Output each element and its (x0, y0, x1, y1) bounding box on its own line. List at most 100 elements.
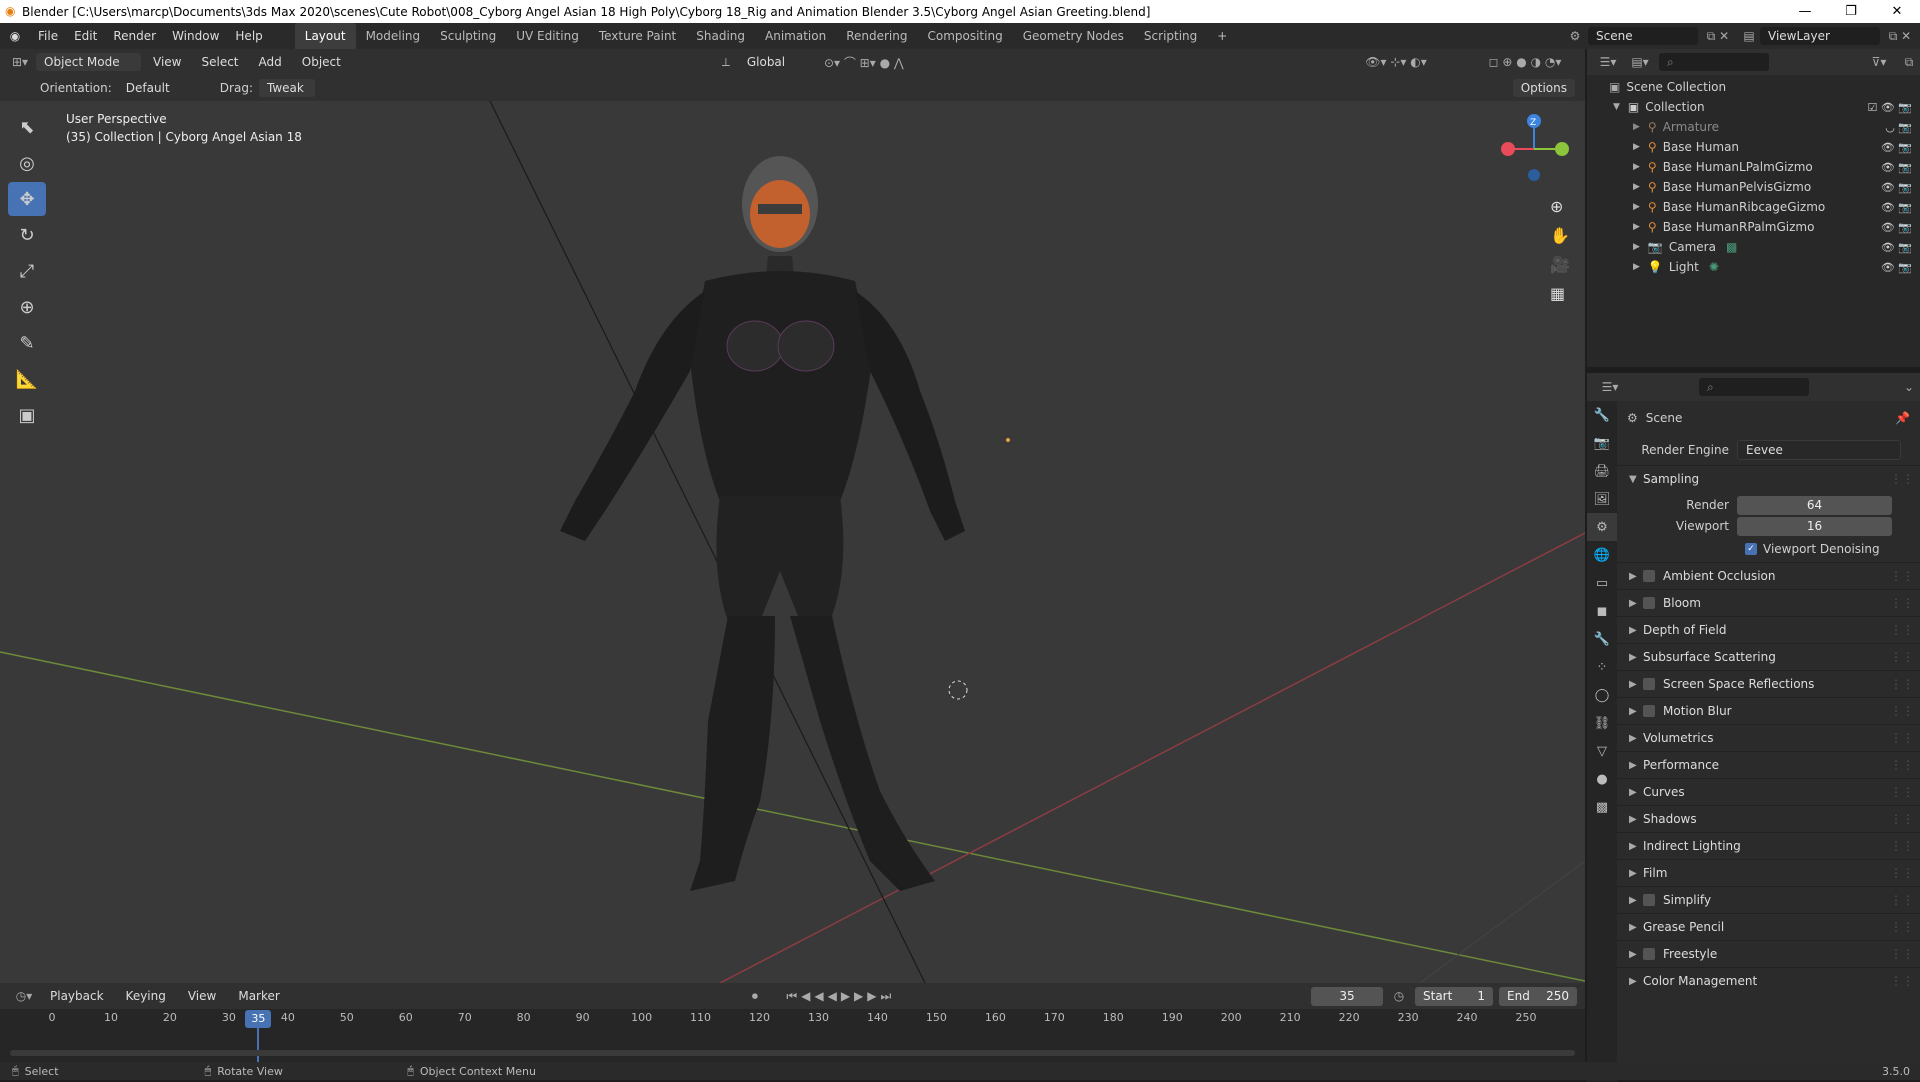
drag-handle-icon[interactable]: ⋮⋮ (1890, 623, 1914, 637)
camera-data-icon[interactable]: ▩ (1726, 240, 1737, 254)
visibility-icons[interactable]: ◡ 📷 (1885, 121, 1912, 134)
outliner-collection[interactable]: ▼ ▣ Collection ☑ 👁 📷 (1587, 97, 1920, 117)
texture-tab-icon[interactable]: ▩ (1587, 793, 1617, 821)
tool-tab-icon[interactable]: 🔧 (1587, 401, 1617, 429)
properties-search-input[interactable]: ⌕ (1699, 378, 1809, 396)
viewport-denoising-checkbox[interactable]: ✓ (1745, 543, 1757, 555)
menu-playback[interactable]: Playback (42, 983, 112, 1009)
expand-icon[interactable]: ▶ (1629, 922, 1643, 933)
drag-handle-icon[interactable]: ⋮⋮ (1890, 704, 1914, 718)
outliner-item[interactable]: ▶ ⚲ Base Human 👁 📷 (1587, 137, 1920, 157)
render-section-color-management[interactable]: ▶ Color Management ⋮⋮ (1617, 967, 1920, 994)
drag-handle-icon[interactable]: ⋮⋮ (1890, 947, 1914, 961)
expand-icon[interactable]: ▶ (1633, 142, 1640, 152)
render-section-film[interactable]: ▶ Film ⋮⋮ (1617, 859, 1920, 886)
constraints-tab-icon[interactable]: ⛓ (1587, 709, 1617, 737)
render-section-depth-of-field[interactable]: ▶ Depth of Field ⋮⋮ (1617, 616, 1920, 643)
properties-options-icon[interactable]: ⌄ (1898, 380, 1920, 394)
menu-help[interactable]: Help (227, 23, 270, 49)
visibility-icons[interactable]: 👁 📷 (1881, 261, 1912, 274)
add-cube-tool-icon[interactable]: ▣ (8, 398, 46, 432)
mode-selector[interactable]: Object Mode (36, 53, 141, 71)
output-tab-icon[interactable]: 🖨 (1587, 457, 1617, 485)
select-tool-icon[interactable]: ⬉ (8, 110, 46, 144)
drag-handle-icon[interactable]: ⋮⋮ (1890, 472, 1914, 486)
expand-icon[interactable]: ▶ (1633, 182, 1640, 192)
visibility-icons[interactable]: 👁 📷 (1881, 221, 1912, 234)
tab-texture-paint[interactable]: Texture Paint (589, 23, 686, 49)
expand-icon[interactable]: ▶ (1629, 895, 1643, 906)
annotate-tool-icon[interactable]: ✎ (8, 326, 46, 360)
expand-icon[interactable]: ▶ (1633, 262, 1640, 272)
expand-icon[interactable]: ▶ (1629, 598, 1643, 609)
render-tab-icon[interactable]: 📷 (1587, 429, 1617, 457)
expand-icon[interactable]: ▶ (1629, 679, 1643, 690)
visibility-icons[interactable]: 👁 📷 (1881, 181, 1912, 194)
expand-icon[interactable]: ▶ (1633, 162, 1640, 172)
viewport-samples-field[interactable]: 16 (1737, 516, 1892, 536)
particles-tab-icon[interactable]: ⁘ (1587, 653, 1617, 681)
properties-editor-icon[interactable]: ☰▾ (1597, 380, 1623, 394)
data-tab-icon[interactable]: ▽ (1587, 737, 1617, 765)
menu-view[interactable]: View (145, 49, 189, 75)
render-section-shadows[interactable]: ▶ Shadows ⋮⋮ (1617, 805, 1920, 832)
current-frame-field[interactable]: 35 (1311, 986, 1383, 1006)
cursor-tool-icon[interactable]: ◎ (8, 146, 46, 180)
render-section-ambient-occlusion[interactable]: ▶ Ambient Occlusion ⋮⋮ (1617, 562, 1920, 589)
render-section-performance[interactable]: ▶ Performance ⋮⋮ (1617, 751, 1920, 778)
tab-modeling[interactable]: Modeling (356, 23, 431, 49)
menu-timeline-view[interactable]: View (180, 983, 224, 1009)
scene-tab-icon[interactable]: ⚙ (1587, 513, 1617, 541)
playback-controls-icons[interactable]: ⏮◀◀◀▶▶▶⏭ (776, 989, 906, 1004)
visibility-icons[interactable]: ☑ 👁 📷 (1867, 101, 1912, 114)
expand-icon[interactable]: ▼ (1613, 102, 1620, 112)
render-section-indirect-lighting[interactable]: ▶ Indirect Lighting ⋮⋮ (1617, 832, 1920, 859)
move-tool-icon[interactable]: ✥ (8, 182, 46, 216)
rotate-tool-icon[interactable]: ↻ (8, 218, 46, 252)
3d-viewport[interactable]: Z ⊕ ✋ 🎥 ▦ (0, 101, 1585, 983)
measure-tool-icon[interactable]: 📐 (8, 362, 46, 396)
drag-handle-icon[interactable]: ⋮⋮ (1890, 866, 1914, 880)
drag-handle-icon[interactable]: ⋮⋮ (1890, 893, 1914, 907)
menu-select[interactable]: Select (193, 49, 246, 75)
drag-handle-icon[interactable]: ⋮⋮ (1890, 731, 1914, 745)
drag-handle-icon[interactable]: ⋮⋮ (1890, 920, 1914, 934)
expand-icon[interactable]: ▶ (1633, 202, 1640, 212)
expand-icon[interactable]: ▶ (1629, 814, 1643, 825)
render-engine-dropdown[interactable]: Eevee (1737, 440, 1901, 460)
expand-icon[interactable]: ▶ (1629, 625, 1643, 636)
timeline[interactable]: 0 10 20 30 40 50 60 70 80 90 100 110 120 130 140 150 160… (0, 1009, 1585, 1062)
render-section-volumetrics[interactable]: ▶ Volumetrics ⋮⋮ (1617, 724, 1920, 751)
timeline-scrollbar[interactable] (10, 1050, 1575, 1056)
drag-handle-icon[interactable]: ⋮⋮ (1890, 785, 1914, 799)
outliner-item[interactable]: ▶ ⚲ Base HumanRPalmGizmo 👁 📷 (1587, 217, 1920, 237)
outliner-item[interactable]: ▶ ⚲ Base HumanPelvisGizmo 👁 📷 (1587, 177, 1920, 197)
close-button[interactable]: ✕ (1874, 0, 1920, 23)
section-enable-checkbox[interactable] (1643, 894, 1655, 906)
scale-tool-icon[interactable]: ⤢ (8, 254, 46, 288)
collection-tab-icon[interactable]: ▭ (1587, 569, 1617, 597)
tab-rendering[interactable]: Rendering (836, 23, 917, 49)
minimize-button[interactable]: — (1782, 0, 1828, 23)
tab-scripting[interactable]: Scripting (1134, 23, 1207, 49)
maximize-button[interactable]: ❐ (1828, 0, 1874, 23)
clock-icon[interactable]: ◷ (1389, 989, 1409, 1003)
outliner-item[interactable]: ▶ ⚲ Armature ◡ 📷 (1587, 117, 1920, 137)
light-data-icon[interactable]: ✺ (1709, 260, 1719, 274)
tab-uv-editing[interactable]: UV Editing (506, 23, 589, 49)
timeline-ruler[interactable]: 0 10 20 30 40 50 60 70 80 90 100 110 120 130 140 150 160… (0, 1009, 1585, 1062)
menu-keying[interactable]: Keying (118, 983, 174, 1009)
modifier-tab-icon[interactable]: 🔧 (1587, 625, 1617, 653)
drag-handle-icon[interactable]: ⋮⋮ (1890, 758, 1914, 772)
drag-handle-icon[interactable]: ⋮⋮ (1890, 974, 1914, 988)
outliner-search-input[interactable]: ⌕ (1659, 53, 1769, 71)
section-enable-checkbox[interactable] (1643, 570, 1655, 582)
tab-sculpting[interactable]: Sculpting (430, 23, 506, 49)
menu-render[interactable]: Render (105, 23, 164, 49)
outliner-item[interactable]: ▶ 💡 Light ✺ 👁 📷 (1587, 257, 1920, 277)
expand-icon[interactable]: ▶ (1629, 841, 1643, 852)
object-tab-icon[interactable]: ◼ (1587, 597, 1617, 625)
menu-marker[interactable]: Marker (230, 983, 287, 1009)
playhead[interactable]: 35 (245, 1010, 272, 1028)
drag-handle-icon[interactable]: ⋮⋮ (1890, 677, 1914, 691)
